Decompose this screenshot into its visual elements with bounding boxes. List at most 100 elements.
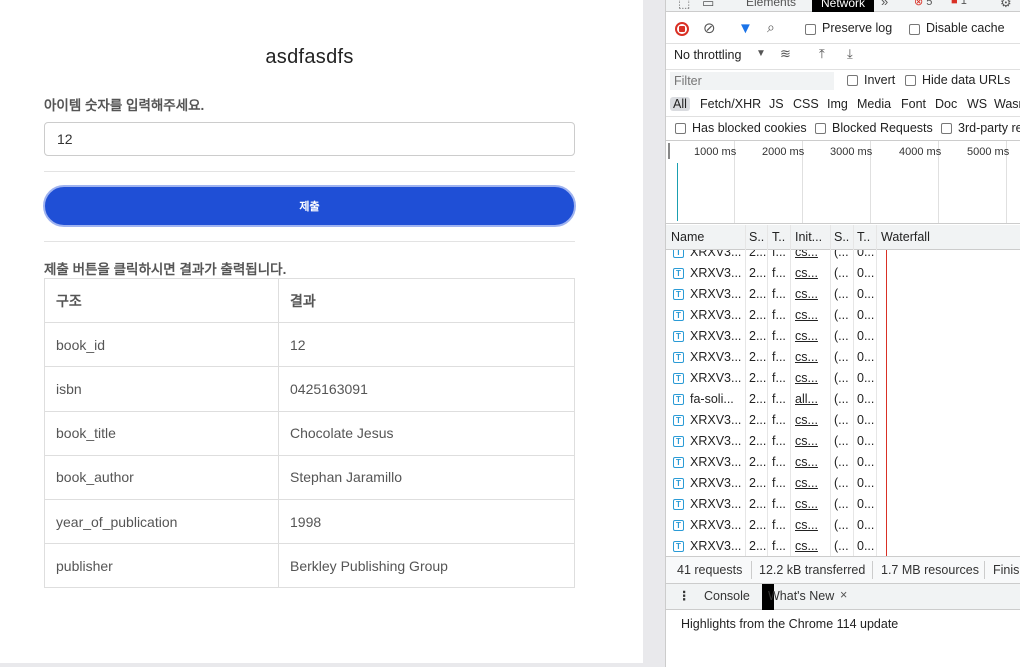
- table-row[interactable]: T XRXV3... 2... f... cs... (... 0...: [666, 452, 1020, 473]
- record-icon[interactable]: [675, 22, 689, 36]
- type-filter-all[interactable]: All: [670, 97, 690, 111]
- table-row[interactable]: T XRXV3... 2... f... cs... (... 0...: [666, 368, 1020, 389]
- type-filter-img[interactable]: Img: [827, 97, 848, 111]
- request-initiator[interactable]: cs...: [795, 455, 818, 469]
- font-file-icon: T: [673, 331, 684, 342]
- type-filter-js[interactable]: JS: [769, 97, 784, 111]
- more-tabs-icon[interactable]: »: [881, 0, 888, 9]
- blocked-filters: Has blocked cookies Blocked Requests 3rd…: [666, 117, 1020, 141]
- font-file-icon: T: [673, 250, 684, 258]
- column-status[interactable]: S..: [749, 230, 764, 244]
- disable-cache-checkbox[interactable]: [909, 24, 920, 35]
- table-row[interactable]: T XRXV3... 2... f... cs... (... 0...: [666, 250, 1020, 263]
- request-initiator[interactable]: cs...: [795, 434, 818, 448]
- table-row[interactable]: T XRXV3... 2... f... cs... (... 0...: [666, 263, 1020, 284]
- tab-network[interactable]: Network: [812, 0, 875, 12]
- table-cell-key: book_id: [44, 322, 279, 368]
- type-filter-css[interactable]: CSS: [793, 97, 819, 111]
- filter-input[interactable]: [670, 72, 834, 90]
- request-status: 2...: [749, 518, 767, 532]
- settings-gear-icon[interactable]: ⚙: [1000, 0, 1012, 11]
- request-initiator[interactable]: cs...: [795, 329, 818, 343]
- clear-icon[interactable]: ⊘: [703, 19, 716, 37]
- throttling-select[interactable]: No throttling: [674, 48, 741, 62]
- has-blocked-cookies-checkbox[interactable]: [675, 123, 686, 134]
- table-row[interactable]: T XRXV3... 2... f... cs... (... 0...: [666, 473, 1020, 494]
- error-badge[interactable]: ⊗ 5: [914, 0, 932, 8]
- search-icon[interactable]: ⌕: [767, 19, 775, 36]
- request-initiator[interactable]: cs...: [795, 476, 818, 490]
- request-initiator[interactable]: cs...: [795, 287, 818, 301]
- column-waterfall[interactable]: Waterfall: [881, 230, 930, 244]
- table-row[interactable]: T XRXV3... 2... f... cs... (... 0...: [666, 284, 1020, 305]
- network-conditions-icon[interactable]: ≋: [780, 46, 791, 62]
- drawer-menu-icon[interactable]: ⋮: [678, 588, 691, 603]
- table-row[interactable]: T XRXV3... 2... f... cs... (... 0...: [666, 515, 1020, 536]
- network-overview-timeline[interactable]: 1000 ms 2000 ms 3000 ms 4000 ms 5000 ms: [666, 141, 1020, 224]
- export-har-icon[interactable]: ⤓: [847, 46, 853, 62]
- type-filter-fetch-xhr[interactable]: Fetch/XHR: [700, 97, 761, 111]
- invert-checkbox[interactable]: [847, 75, 858, 86]
- request-type: f...: [772, 287, 786, 301]
- request-status: 2...: [749, 497, 767, 511]
- request-initiator[interactable]: cs...: [795, 518, 818, 532]
- request-size: (...: [834, 266, 849, 280]
- filter-icon[interactable]: ▼: [738, 20, 753, 37]
- drawer-tab-console[interactable]: Console: [704, 589, 750, 603]
- warning-badge[interactable]: ■ 1: [951, 0, 967, 7]
- type-filter-ws[interactable]: WS: [967, 97, 987, 111]
- result-note: 제출 버튼을 클릭하시면 결과가 출력됩니다.: [44, 262, 287, 277]
- submit-button[interactable]: 제출: [43, 185, 576, 227]
- item-number-input[interactable]: [44, 122, 575, 156]
- request-status: 2...: [749, 413, 767, 427]
- font-file-icon: T: [673, 373, 684, 384]
- hide-data-urls-checkbox[interactable]: [905, 75, 916, 86]
- preserve-log-checkbox[interactable]: [805, 24, 816, 35]
- table-row[interactable]: T XRXV3... 2... f... cs... (... 0...: [666, 494, 1020, 515]
- table-row[interactable]: T XRXV3... 2... f... cs... (... 0...: [666, 536, 1020, 556]
- type-filter-media[interactable]: Media: [857, 97, 891, 111]
- request-time: 0...: [857, 413, 875, 427]
- request-initiator[interactable]: cs...: [795, 308, 818, 322]
- request-type: f...: [772, 413, 786, 427]
- column-type[interactable]: T..: [772, 230, 785, 244]
- table-row[interactable]: T XRXV3... 2... f... cs... (... 0...: [666, 431, 1020, 452]
- column-name[interactable]: Name: [671, 230, 704, 244]
- third-party-label: 3rd-party re: [958, 121, 1020, 135]
- tab-elements[interactable]: Elements: [746, 0, 796, 9]
- close-icon[interactable]: ×: [840, 588, 847, 602]
- request-type: f...: [772, 250, 786, 259]
- table-row[interactable]: T XRXV3... 2... f... cs... (... 0...: [666, 305, 1020, 326]
- type-filter-wasm[interactable]: Wasm: [994, 97, 1020, 111]
- whats-new-headline[interactable]: Highlights from the Chrome 114 update: [681, 617, 898, 631]
- request-initiator[interactable]: cs...: [795, 350, 818, 364]
- import-har-icon[interactable]: ⤒: [819, 46, 825, 62]
- request-status: 2...: [749, 287, 767, 301]
- request-initiator[interactable]: cs...: [795, 497, 818, 511]
- device-toolbar-icon[interactable]: ▭: [702, 0, 714, 11]
- third-party-checkbox[interactable]: [941, 123, 952, 134]
- table-row[interactable]: T XRXV3... 2... f... cs... (... 0...: [666, 347, 1020, 368]
- column-time[interactable]: T..: [857, 230, 870, 244]
- request-initiator[interactable]: cs...: [795, 413, 818, 427]
- type-filter-font[interactable]: Font: [901, 97, 926, 111]
- table-row[interactable]: T XRXV3... 2... f... cs... (... 0...: [666, 410, 1020, 431]
- font-file-icon: T: [673, 436, 684, 447]
- request-name: XRXV3...: [690, 329, 742, 343]
- table-row[interactable]: Tfa-soli... 2... f... all... (... 0...: [666, 389, 1020, 410]
- type-filter-doc[interactable]: Doc: [935, 97, 957, 111]
- request-time: 0...: [857, 266, 875, 280]
- request-initiator[interactable]: cs...: [795, 539, 818, 553]
- column-size[interactable]: S..: [834, 230, 849, 244]
- request-initiator[interactable]: cs...: [795, 371, 818, 385]
- chevron-down-icon[interactable]: ▼: [756, 48, 766, 59]
- inspect-icon[interactable]: ⬚: [678, 0, 690, 11]
- drawer-tab-whats-new[interactable]: What's New: [762, 584, 834, 610]
- request-initiator[interactable]: cs...: [795, 250, 818, 259]
- has-blocked-cookies-label: Has blocked cookies: [692, 121, 807, 135]
- column-initiator[interactable]: Init...: [795, 230, 822, 244]
- request-initiator[interactable]: all...: [795, 392, 818, 406]
- request-initiator[interactable]: cs...: [795, 266, 818, 280]
- blocked-requests-checkbox[interactable]: [815, 123, 826, 134]
- table-row[interactable]: T XRXV3... 2... f... cs... (... 0...: [666, 326, 1020, 347]
